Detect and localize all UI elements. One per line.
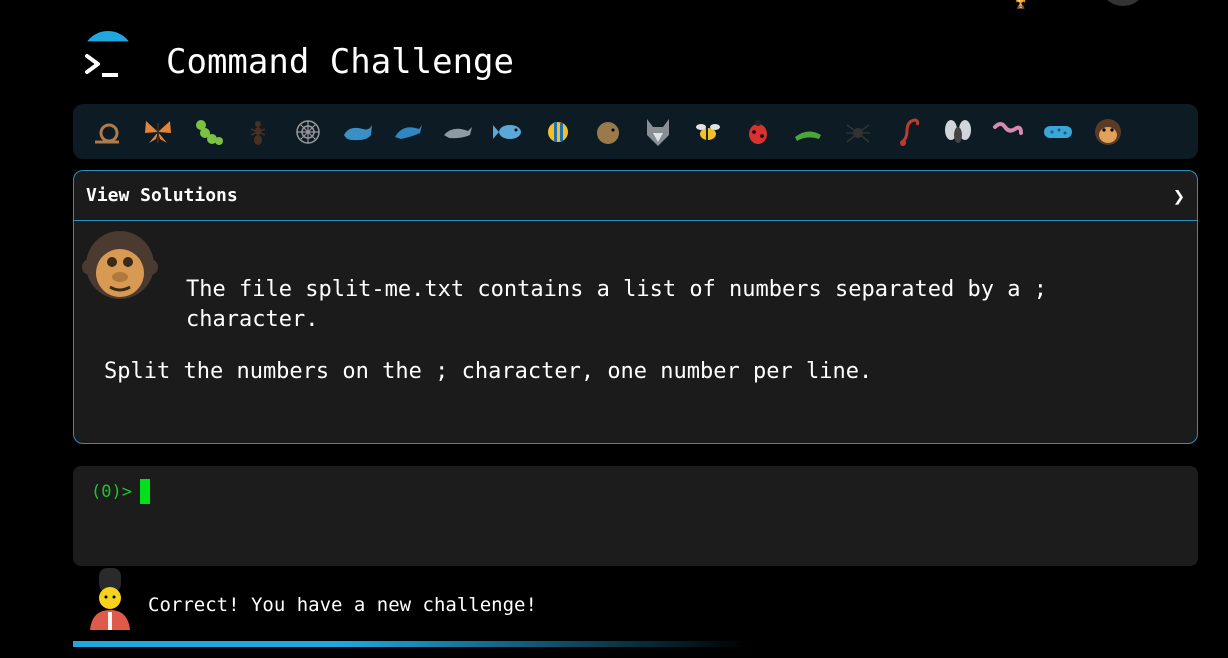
view-solutions-toggle[interactable]: View Solutions ❯ [74,171,1197,221]
terminal-prompt-icon[interactable] [80,31,136,87]
fish-icon[interactable] [483,112,533,152]
wolf-icon[interactable] [633,112,683,152]
header: Command Challenge [80,24,514,94]
whale-icon[interactable] [333,112,383,152]
cricket-icon[interactable] [783,112,833,152]
view-solutions-label: View Solutions [86,185,238,206]
prompt-glyph-icon [85,54,118,77]
challenge-body: The file split-me.txt contains a list of… [74,221,1197,443]
tropical-fish-icon[interactable] [533,112,583,152]
trophy-icon: 🏆 [1012,0,1030,10]
dolphin-blue-icon[interactable] [383,112,433,152]
spider-icon[interactable] [833,112,883,152]
critter-progress-bar [73,104,1198,159]
terminal-input[interactable]: (0)> [73,466,1198,566]
status-message: Correct! You have a new challenge! [148,594,537,616]
challenge-task: Split the numbers on the ; character, on… [104,359,873,384]
challenge-card: View Solutions ❯ The file split-me.txt c… [73,170,1198,444]
chevron-right-icon[interactable]: ❯ [1173,184,1185,208]
fly-icon[interactable] [933,112,983,152]
microbe-icon[interactable] [1033,112,1083,152]
butterfly-icon[interactable] [133,112,183,152]
blowfish-icon[interactable] [583,112,633,152]
snail-icon[interactable] [83,112,133,152]
bee-icon[interactable] [683,112,733,152]
page-title: Command Challenge [166,42,514,82]
ladybug-icon[interactable] [733,112,783,152]
dolphin-gray-icon[interactable] [433,112,483,152]
ant-icon[interactable] [233,112,283,152]
monkey-icon[interactable] [1083,112,1133,152]
worm-icon[interactable] [983,112,1033,152]
ape-avatar-icon [82,231,158,299]
challenge-progress-bar [73,641,748,647]
caterpillar-icon[interactable] [183,112,233,152]
challenge-description: The file split-me.txt contains a list of… [186,277,1047,332]
terminal-cursor [140,479,150,504]
page: 🏆 Command Challenge View Solutions ❯ The… [0,0,1228,658]
terminal-prompt: (0)> [91,482,132,502]
spider-web-icon[interactable] [283,112,333,152]
user-avatar[interactable] [1104,0,1142,6]
scorpion-icon[interactable] [883,112,933,152]
guard-avatar-icon [90,568,130,630]
